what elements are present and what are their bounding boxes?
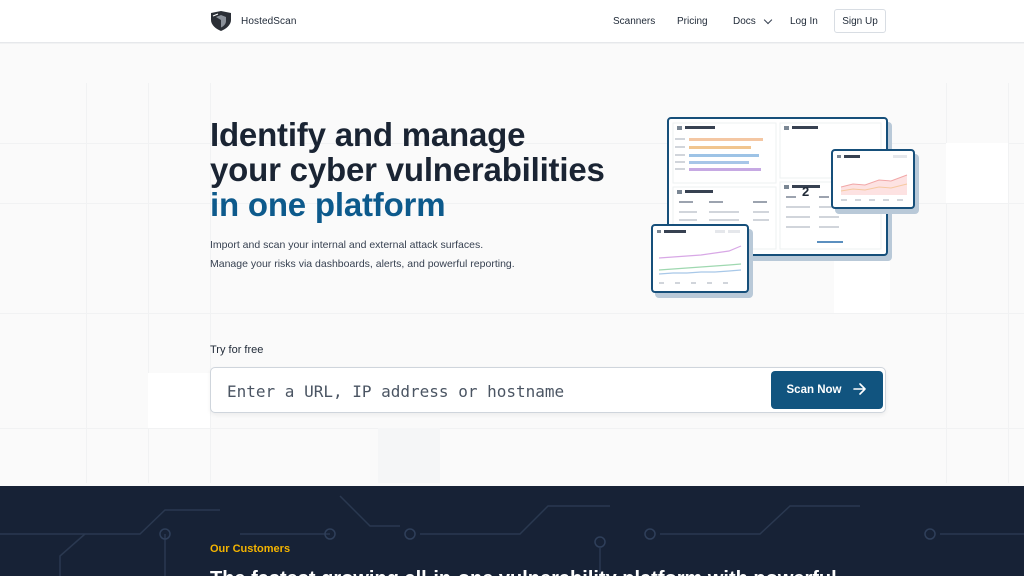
dashboard-standard-window-panel xyxy=(651,224,749,293)
hero-headline: Identify and manage your cyber vulnerabi… xyxy=(210,117,605,222)
sign-up-button[interactable]: Sign Up xyxy=(834,9,886,33)
subtext-line-1: Import and scan your internal and extern… xyxy=(210,239,484,251)
try-for-free-label: Try for free xyxy=(210,344,264,356)
nav-login-link[interactable]: Log In xyxy=(790,16,818,27)
mock-stat-left: 2 xyxy=(802,184,810,199)
nav-docs-dropdown[interactable]: Docs xyxy=(733,15,773,27)
headline-line-1: Identify and manage xyxy=(210,116,526,153)
arrow-right-icon xyxy=(853,382,867,398)
nav-pricing-link[interactable]: Pricing xyxy=(677,16,708,27)
dashboard-open-risks-panel xyxy=(831,149,915,209)
shield-logo-icon xyxy=(210,11,232,31)
hero-subtext: Import and scan your internal and extern… xyxy=(210,236,515,274)
customers-eyebrow: Our Customers xyxy=(210,543,291,555)
top-nav: HostedScan Scanners Pricing Docs Log In … xyxy=(0,0,1024,43)
scan-target-input[interactable] xyxy=(227,380,747,402)
scan-form: Scan Now xyxy=(210,367,886,413)
customers-heading: The fastest growing all-in-one vulnerabi… xyxy=(210,568,837,576)
subtext-line-2: Manage your risks via dashboards, alerts… xyxy=(210,258,515,270)
scan-now-button[interactable]: Scan Now xyxy=(771,371,883,409)
brand-name: HostedScan xyxy=(241,15,297,27)
nav-docs-label: Docs xyxy=(733,16,756,27)
scan-now-label: Scan Now xyxy=(786,384,842,396)
headline-line-2: your cyber vulnerabilities xyxy=(210,151,605,188)
headline-line-3: in one platform xyxy=(210,186,446,223)
customers-section: Our Customers The fastest growing all-in… xyxy=(0,486,1024,576)
hero-section: Identify and manage your cyber vulnerabi… xyxy=(0,43,1024,486)
chevron-down-icon xyxy=(763,15,773,24)
nav-scanners-link[interactable]: Scanners xyxy=(613,16,655,27)
brand-logo[interactable]: HostedScan xyxy=(210,11,296,31)
circuit-decoration xyxy=(0,495,1024,576)
